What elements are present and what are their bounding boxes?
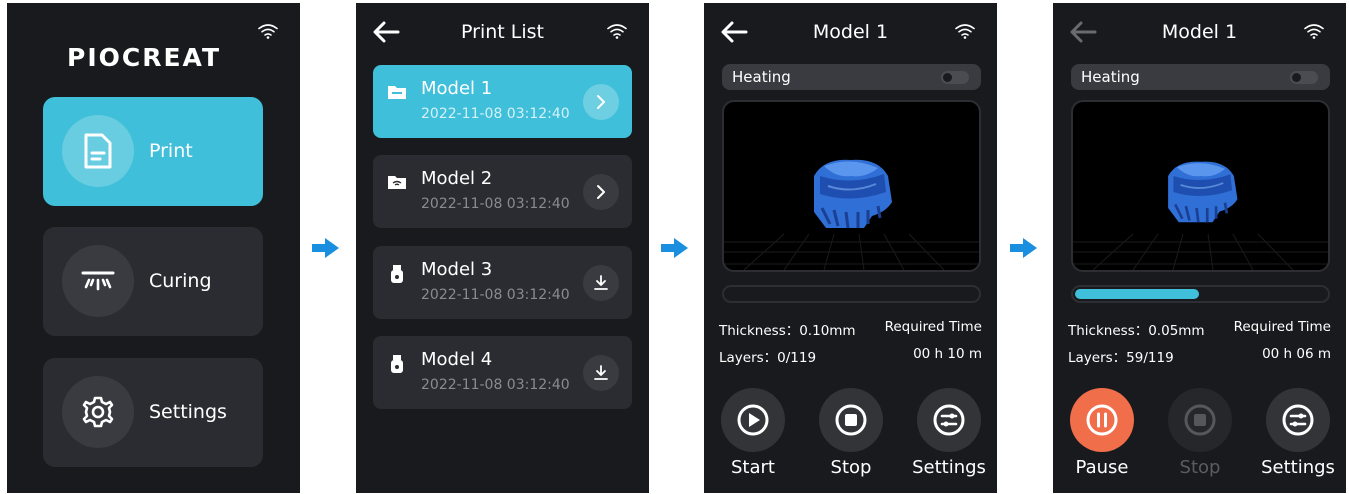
required-time-value: 00 h 10 m	[913, 346, 982, 362]
toggle-knob	[943, 73, 952, 82]
flow-arrow-icon	[312, 238, 339, 258]
page-title: Print List	[461, 21, 544, 43]
menu-curing-button[interactable]: Curing	[43, 227, 263, 336]
heating-row: Heating	[722, 64, 981, 90]
wifi-icon	[258, 23, 278, 39]
progress-bar	[722, 285, 981, 303]
file-name: Model 4	[421, 349, 493, 370]
adjust-icon	[1282, 404, 1314, 436]
start-button[interactable]	[721, 388, 785, 452]
settings-label: Settings	[912, 457, 986, 478]
model-preview	[722, 100, 981, 272]
usb-icon	[387, 354, 407, 373]
brand-logo: PIOCREAT	[67, 43, 222, 72]
usb-icon	[387, 264, 407, 283]
thickness-text: Thickness：0.05mm	[1068, 323, 1205, 339]
thickness-text: Thickness：0.10mm	[719, 323, 856, 339]
stop-icon	[835, 404, 867, 436]
pause-icon	[1086, 404, 1118, 436]
pause-button[interactable]	[1070, 388, 1134, 452]
dental-model-icon	[812, 158, 894, 230]
heating-toggle[interactable]	[941, 71, 969, 84]
gear-icon	[62, 376, 134, 448]
chevron-right-icon[interactable]	[583, 174, 619, 210]
heating-row: Heating	[1071, 64, 1330, 90]
stop-label: Stop	[1179, 457, 1221, 478]
file-name: Model 2	[421, 168, 493, 189]
required-time-label: Required Time	[1233, 319, 1331, 335]
wifi-icon	[1304, 23, 1324, 39]
start-label: Start	[731, 457, 775, 478]
required-time-value: 00 h 06 m	[1262, 346, 1331, 362]
wifi-icon	[955, 23, 975, 39]
menu-print-label: Print	[149, 140, 193, 162]
file-date: 2022-11-08 03:12:40	[421, 196, 570, 212]
settings-label: Settings	[1261, 457, 1335, 478]
flow-arrow-icon	[1010, 238, 1037, 258]
home-screen: PIOCREAT Print Curing Settings	[7, 3, 300, 493]
file-item-model-3[interactable]: Model 3 2022-11-08 03:12:40	[373, 246, 632, 319]
model-printing-screen: Model 1 Heating Thickness：0.05mm Require…	[1053, 3, 1346, 493]
progress-fill	[1075, 289, 1199, 299]
dental-model-icon	[1166, 160, 1239, 224]
settings-button[interactable]	[917, 388, 981, 452]
layers-text: Layers：59/119	[1068, 350, 1174, 366]
wifi-icon	[607, 23, 627, 39]
print-list-screen: Print List Model 1 2022-11-08 03:12:40 M…	[356, 3, 649, 493]
chevron-right-icon[interactable]	[583, 84, 619, 120]
toggle-knob	[1292, 73, 1301, 82]
file-name: Model 3	[421, 259, 493, 280]
document-icon	[62, 115, 134, 187]
stop-label: Stop	[830, 457, 872, 478]
file-name: Model 1	[421, 78, 493, 99]
progress-bar	[1071, 285, 1330, 303]
menu-print-button[interactable]: Print	[43, 97, 263, 206]
settings-button[interactable]	[1266, 388, 1330, 452]
menu-settings-label: Settings	[149, 401, 227, 423]
heating-label: Heating	[1081, 68, 1140, 86]
uv-lamp-icon	[62, 245, 134, 317]
file-item-model-4[interactable]: Model 4 2022-11-08 03:12:40	[373, 336, 632, 409]
file-item-model-1[interactable]: Model 1 2022-11-08 03:12:40	[373, 65, 632, 138]
download-icon[interactable]	[583, 355, 619, 391]
flow-arrow-icon	[661, 238, 688, 258]
stop-button[interactable]	[819, 388, 883, 452]
pause-label: Pause	[1075, 457, 1129, 478]
model-preview	[1071, 100, 1330, 272]
page-title: Model 1	[812, 21, 889, 43]
wifi-folder-icon	[387, 173, 407, 191]
menu-settings-button[interactable]: Settings	[43, 358, 263, 467]
page-title: Model 1	[1161, 21, 1238, 43]
file-item-model-2[interactable]: Model 2 2022-11-08 03:12:40	[373, 155, 632, 228]
file-date: 2022-11-08 03:12:40	[421, 287, 570, 303]
folder-icon	[387, 83, 407, 101]
play-icon	[737, 404, 769, 436]
required-time-label: Required Time	[884, 319, 982, 335]
model-ready-screen: Model 1 Heating Thickness：0.10mm Require…	[704, 3, 997, 493]
stop-button	[1168, 388, 1232, 452]
adjust-icon	[933, 404, 965, 436]
stop-icon	[1184, 404, 1216, 436]
download-icon[interactable]	[583, 265, 619, 301]
heating-toggle[interactable]	[1290, 71, 1318, 84]
menu-curing-label: Curing	[149, 270, 212, 292]
file-date: 2022-11-08 03:12:40	[421, 106, 570, 122]
file-date: 2022-11-08 03:12:40	[421, 377, 570, 393]
layers-text: Layers：0/119	[719, 350, 817, 366]
heating-label: Heating	[732, 68, 791, 86]
